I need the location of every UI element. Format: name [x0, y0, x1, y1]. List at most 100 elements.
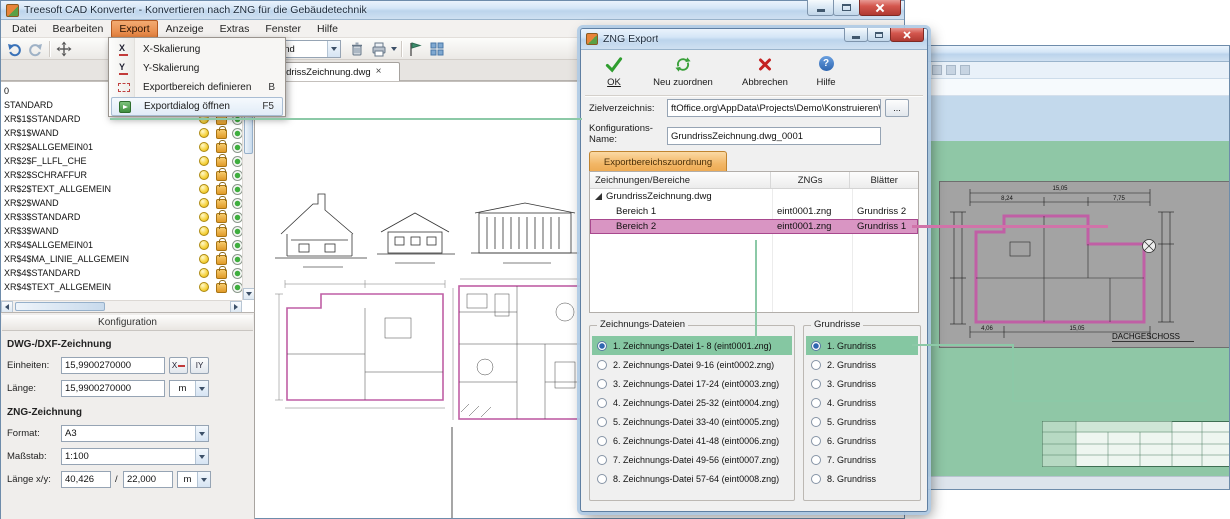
plan-option-7[interactable]: 7. Grundriss: [806, 450, 918, 469]
layer-row[interactable]: XR$4$ALLGEMEIN01: [1, 238, 243, 252]
lock-icon[interactable]: [216, 154, 227, 167]
chevron-down-icon[interactable]: [195, 381, 208, 396]
delete-icon[interactable]: [349, 41, 365, 57]
radio-icon[interactable]: [597, 397, 607, 408]
plan-option-8[interactable]: 8. Grundriss: [806, 469, 918, 488]
menu-datei[interactable]: Datei: [4, 20, 45, 38]
einheiten-field[interactable]: 15,9900270000: [61, 357, 165, 374]
radio-icon[interactable]: [811, 397, 821, 408]
dialog-minimize-button[interactable]: [844, 28, 868, 42]
tab-exportbereichszuordnung[interactable]: Exportbereichszuordnung: [589, 151, 727, 172]
tree-root-row[interactable]: GrundrissZeichnung.dwg: [590, 189, 918, 204]
visibility-bulb-icon[interactable]: [199, 268, 209, 278]
menu-bearbeiten[interactable]: Bearbeiten: [45, 20, 112, 38]
scroll-thumb[interactable]: [15, 302, 105, 311]
config-name-field[interactable]: GrundrissZeichnung.dwg_0001: [667, 127, 881, 145]
file-option-3[interactable]: 3. Zeichnungs-Datei 17-24 (eint0003.zng): [592, 374, 792, 393]
visibility-bulb-icon[interactable]: [199, 254, 209, 264]
visibility-bulb-icon[interactable]: [199, 198, 209, 208]
column-zeichnungen-bereiche[interactable]: Zeichnungen/Bereiche: [590, 172, 771, 188]
layer-horizontal-scrollbar[interactable]: [1, 300, 242, 312]
lock-icon[interactable]: [216, 210, 227, 223]
close-button[interactable]: [859, 0, 901, 16]
layer-row[interactable]: XR$4$STANDARD: [1, 266, 243, 280]
scroll-right-icon[interactable]: [230, 301, 242, 312]
file-option-8[interactable]: 8. Zeichnungs-Datei 57-64 (eint0008.zng): [592, 469, 792, 488]
visibility-bulb-icon[interactable]: [199, 226, 209, 236]
print-icon[interactable]: [371, 41, 387, 57]
tab-close-icon[interactable]: ×: [376, 67, 382, 77]
layer-row[interactable]: XR$2$ALLGEMEIN01: [1, 140, 243, 154]
dialog-close-button[interactable]: [890, 28, 924, 42]
chevron-down-icon[interactable]: [327, 41, 340, 57]
radio-icon[interactable]: [597, 340, 607, 351]
y-scale-button[interactable]: IY: [190, 357, 209, 374]
target-dir-field[interactable]: ftOffice.org\AppData\Projects\Demo\Konst…: [667, 99, 881, 117]
file-option-1[interactable]: 1. Zeichnungs-Datei 1- 8 (eint0001.zng): [592, 336, 792, 355]
menu-anzeige[interactable]: Anzeige: [158, 20, 212, 38]
pan-icon[interactable]: [56, 41, 72, 57]
radio-icon[interactable]: [597, 359, 607, 370]
lock-icon[interactable]: [216, 168, 227, 181]
massstab-select[interactable]: 1:100: [61, 448, 209, 465]
radio-icon[interactable]: [597, 473, 607, 484]
radio-icon[interactable]: [597, 435, 607, 446]
menu-item-x-skalierung[interactable]: X X-Skalierung: [111, 40, 283, 59]
laenge-field[interactable]: 15,9900270000: [61, 380, 165, 397]
file-option-2[interactable]: 2. Zeichnungs-Datei 9-16 (eint0002.zng): [592, 355, 792, 374]
plan-option-2[interactable]: 2. Grundriss: [806, 355, 918, 374]
layer-row[interactable]: XR$2$SCHRAFFUR: [1, 168, 243, 182]
grid-icon[interactable]: [429, 41, 445, 57]
file-option-5[interactable]: 5. Zeichnungs-Datei 33-40 (eint0005.zng): [592, 412, 792, 431]
visibility-bulb-icon[interactable]: [199, 240, 209, 250]
layer-row[interactable]: XR$3$STANDARD: [1, 210, 243, 224]
layer-row[interactable]: XR$3$WAND: [1, 224, 243, 238]
laenge-x-field[interactable]: 40,426: [61, 471, 111, 488]
menu-item-exportbereich-definieren[interactable]: Exportbereich definieren B: [111, 78, 283, 97]
undo-icon[interactable]: [7, 41, 23, 57]
tree-expander-icon[interactable]: [595, 193, 602, 200]
radio-icon[interactable]: [811, 378, 821, 389]
lock-icon[interactable]: [216, 126, 227, 139]
file-option-6[interactable]: 6. Zeichnungs-Datei 41-48 (eint0006.zng): [592, 431, 792, 450]
visibility-bulb-icon[interactable]: [199, 142, 209, 152]
menu-export[interactable]: Export: [111, 19, 158, 38]
x-scale-button[interactable]: X: [169, 357, 188, 374]
plan-option-4[interactable]: 4. Grundriss: [806, 393, 918, 412]
cancel-button[interactable]: Abbrechen: [733, 53, 797, 91]
radio-icon[interactable]: [811, 416, 821, 427]
menu-extras[interactable]: Extras: [212, 20, 258, 38]
maximize-button[interactable]: [833, 0, 860, 16]
reassign-button[interactable]: Neu zuordnen: [641, 53, 725, 91]
print-options-chevron-icon[interactable]: [389, 41, 398, 57]
radio-icon[interactable]: [811, 454, 821, 465]
plan-option-6[interactable]: 6. Grundriss: [806, 431, 918, 450]
scroll-left-icon[interactable]: [1, 301, 13, 312]
menu-hilfe[interactable]: Hilfe: [309, 20, 346, 38]
radio-icon[interactable]: [811, 473, 821, 484]
radio-icon[interactable]: [811, 435, 821, 446]
toolbar-icon[interactable]: [932, 65, 942, 75]
visibility-bulb-icon[interactable]: [199, 156, 209, 166]
minimize-button[interactable]: [807, 0, 834, 16]
layer-row[interactable]: XR$1$WAND: [1, 126, 243, 140]
xy-unit-select[interactable]: m: [177, 471, 211, 488]
scroll-down-icon[interactable]: [243, 288, 254, 300]
lock-icon[interactable]: [216, 280, 227, 293]
flag-icon[interactable]: [407, 41, 423, 57]
layer-row[interactable]: XR$4$MA_LINIE_ALLGEMEIN: [1, 252, 243, 266]
redo-icon[interactable]: [27, 41, 43, 57]
chevron-down-icon[interactable]: [195, 449, 208, 464]
table-row-bereich-2[interactable]: Bereich 2 eint0001.zng Grundriss 1: [590, 219, 918, 234]
menu-item-y-skalierung[interactable]: Y Y-Skalierung: [111, 59, 283, 78]
help-button[interactable]: ? Hilfe: [805, 53, 847, 91]
ok-button[interactable]: OK: [593, 53, 635, 91]
main-titlebar[interactable]: Treesoft CAD Konverter - Konvertieren na…: [1, 1, 904, 20]
drawing-window-titlebar[interactable]: [926, 46, 1229, 62]
lock-icon[interactable]: [216, 140, 227, 153]
lock-icon[interactable]: [216, 238, 227, 251]
toolbar-icon[interactable]: [960, 65, 970, 75]
dialog-maximize-button[interactable]: [867, 28, 891, 42]
lock-icon[interactable]: [216, 266, 227, 279]
radio-icon[interactable]: [597, 416, 607, 427]
